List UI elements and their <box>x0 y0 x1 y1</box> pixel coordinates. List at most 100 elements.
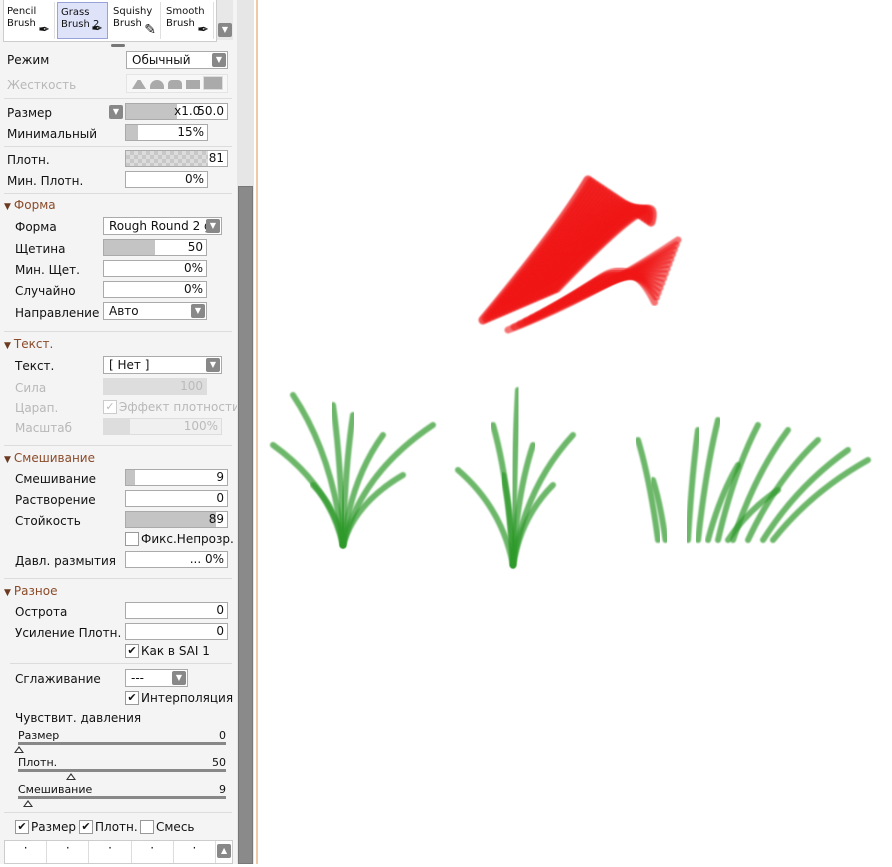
check-label: Смесь <box>156 820 195 834</box>
pen-icon: ✒ <box>91 21 103 37</box>
panel-scrollbar[interactable] <box>237 0 254 864</box>
sai1-label: Как в SAI 1 <box>141 644 210 658</box>
scroll-up-icon[interactable]: ▲ <box>217 844 232 858</box>
blend-label: Смешивание <box>15 472 97 486</box>
divider <box>4 146 232 147</box>
persistence-value: 89 <box>208 512 224 526</box>
chevron-down-icon: ▼ <box>206 358 220 372</box>
pressure-slider-value: 50 <box>212 756 226 769</box>
pen-icon: ✒ <box>38 22 50 38</box>
scroll-down-icon[interactable]: ▼ <box>218 23 232 37</box>
hardness-3-icon[interactable] <box>168 80 182 89</box>
hardness-2-icon[interactable] <box>150 80 164 89</box>
bristle-value: 50 <box>187 240 203 254</box>
bristle-slider[interactable]: 50 <box>103 239 207 256</box>
slider-handle-icon[interactable] <box>66 773 76 780</box>
strength-value: 100 <box>180 379 203 393</box>
shape-section-header[interactable]: ▼ Форма <box>4 198 56 212</box>
density-slider[interactable]: 81 <box>125 150 228 167</box>
mode-select[interactable]: Обычный ▼ <box>126 51 228 69</box>
pressure-slider-value: 0 <box>219 729 226 742</box>
direction-label: Направление <box>15 306 100 320</box>
min-bristle-label: Мин. Щет. <box>15 263 80 277</box>
smoothing-select[interactable]: --- ▼ <box>125 669 188 687</box>
mode-label: Режим <box>7 53 50 67</box>
interpolation-checkbox[interactable]: ✔ Интерполяция <box>125 691 233 705</box>
hardness-selector[interactable] <box>126 74 228 93</box>
chevron-down-icon: ▼ <box>172 671 186 685</box>
pressure-size-checkbox[interactable]: ✔ Размер <box>15 820 76 834</box>
density-value: 81 <box>208 151 224 165</box>
texture-value: [ Нет ] <box>109 358 150 372</box>
brush-slot-squishy[interactable]: Squishy Brush ✎ <box>110 2 161 39</box>
sharpness-slider[interactable]: 0 <box>125 602 228 619</box>
blend-section-header[interactable]: ▼ Смешивание <box>4 451 95 465</box>
size-value: 50.0 <box>197 104 224 118</box>
divider <box>4 193 232 194</box>
palette-scrollbar[interactable]: ▼ <box>217 0 233 40</box>
checkmark-icon: ✔ <box>125 691 139 705</box>
scale-value: 100% <box>183 419 218 433</box>
brush-slot-pencil[interactable]: Pencil Brush ✒ <box>4 2 55 39</box>
scale-slider: 100% <box>103 418 222 435</box>
density-boost-slider[interactable]: 0 <box>125 623 228 640</box>
chevron-down-icon: ▼ <box>212 53 226 67</box>
dilution-slider[interactable]: 0 <box>125 490 228 507</box>
density-effect-checkbox: ✓ Эффект плотности <box>103 400 240 414</box>
pressure-blend-checkbox[interactable]: Смесь <box>140 820 194 834</box>
texture-label: Текст. <box>15 359 55 373</box>
hardness-1-icon[interactable] <box>132 80 146 89</box>
min-bristle-slider[interactable]: 0% <box>103 260 207 277</box>
random-slider[interactable]: 0% <box>103 281 207 298</box>
size-label: Размер <box>7 106 53 120</box>
brush-slot-grass[interactable]: Grass Brush 2 ✒ <box>57 2 108 39</box>
pen-icon: ✎ <box>144 22 156 38</box>
scrollbar-thumb[interactable] <box>238 186 253 864</box>
texture-select[interactable]: [ Нет ] ▼ <box>103 356 222 374</box>
min-density-slider[interactable]: 0% <box>125 171 208 188</box>
section-title: Форма <box>13 198 56 212</box>
section-title: Разное <box>13 584 58 598</box>
blend-slider[interactable]: 9 <box>125 469 228 486</box>
sai1-checkbox[interactable]: ✔ Как в SAI 1 <box>125 644 210 658</box>
direction-select[interactable]: Авто ▼ <box>103 302 207 320</box>
size-slider[interactable]: x1.050.0 <box>125 103 228 120</box>
blend-value: 9 <box>216 470 224 484</box>
pressure-density-checkbox[interactable]: ✔ Плотн. <box>79 820 138 834</box>
fix-opacity-checkbox[interactable]: Фикс.Непрозр. <box>125 532 234 546</box>
checkmark-icon: ✔ <box>79 820 93 834</box>
collapse-triangle-icon: ▼ <box>4 588 11 598</box>
hardness-5-icon[interactable] <box>203 76 223 90</box>
misc-section-header[interactable]: ▼ Разное <box>4 584 57 598</box>
drawing-canvas[interactable] <box>258 0 892 864</box>
canvas-artwork <box>270 175 871 568</box>
texture-section-header[interactable]: ▼ Текст. <box>4 337 53 351</box>
shape-select[interactable]: Rough Round 2 g ▼ <box>103 217 222 235</box>
resize-handle[interactable] <box>111 44 125 47</box>
blur-pressure-value: ... 0% <box>189 552 224 566</box>
checkmark-icon: ✔ <box>125 644 139 658</box>
blur-pressure-slider[interactable]: ... 0% <box>125 551 228 568</box>
density-boost-label: Усиление Плотн. <box>15 626 122 640</box>
pressure-slider-track[interactable] <box>18 769 226 772</box>
slider-handle-icon[interactable] <box>23 800 34 807</box>
hardness-4-icon[interactable] <box>186 80 200 89</box>
blur-pressure-label: Давл. размытия <box>15 554 116 568</box>
size-multiplier-dropdown[interactable]: ▼ <box>109 105 123 119</box>
pressure-slider-track[interactable] <box>18 796 226 799</box>
density-effect-label: Эффект плотности <box>119 400 240 414</box>
pressure-curve-presets[interactable]: · · · · · ▲ <box>4 840 233 864</box>
brush-slot-smooth[interactable]: Smooth Brush ✒ <box>163 2 214 39</box>
sharpness-label: Острота <box>15 605 68 619</box>
scratch-label: Царап. <box>15 401 59 415</box>
strength-label: Сила <box>15 381 47 395</box>
divider <box>4 578 232 579</box>
min-size-slider[interactable]: 15% <box>125 124 208 141</box>
section-title: Смешивание <box>13 451 95 465</box>
pressure-slider-track[interactable] <box>18 742 226 745</box>
slider-handle-icon[interactable] <box>14 746 24 753</box>
fix-opacity-label: Фикс.Непрозр. <box>141 532 234 546</box>
dilution-value: 0 <box>216 491 224 505</box>
random-value: 0% <box>183 282 203 296</box>
persistence-slider[interactable]: 89 <box>125 511 228 528</box>
